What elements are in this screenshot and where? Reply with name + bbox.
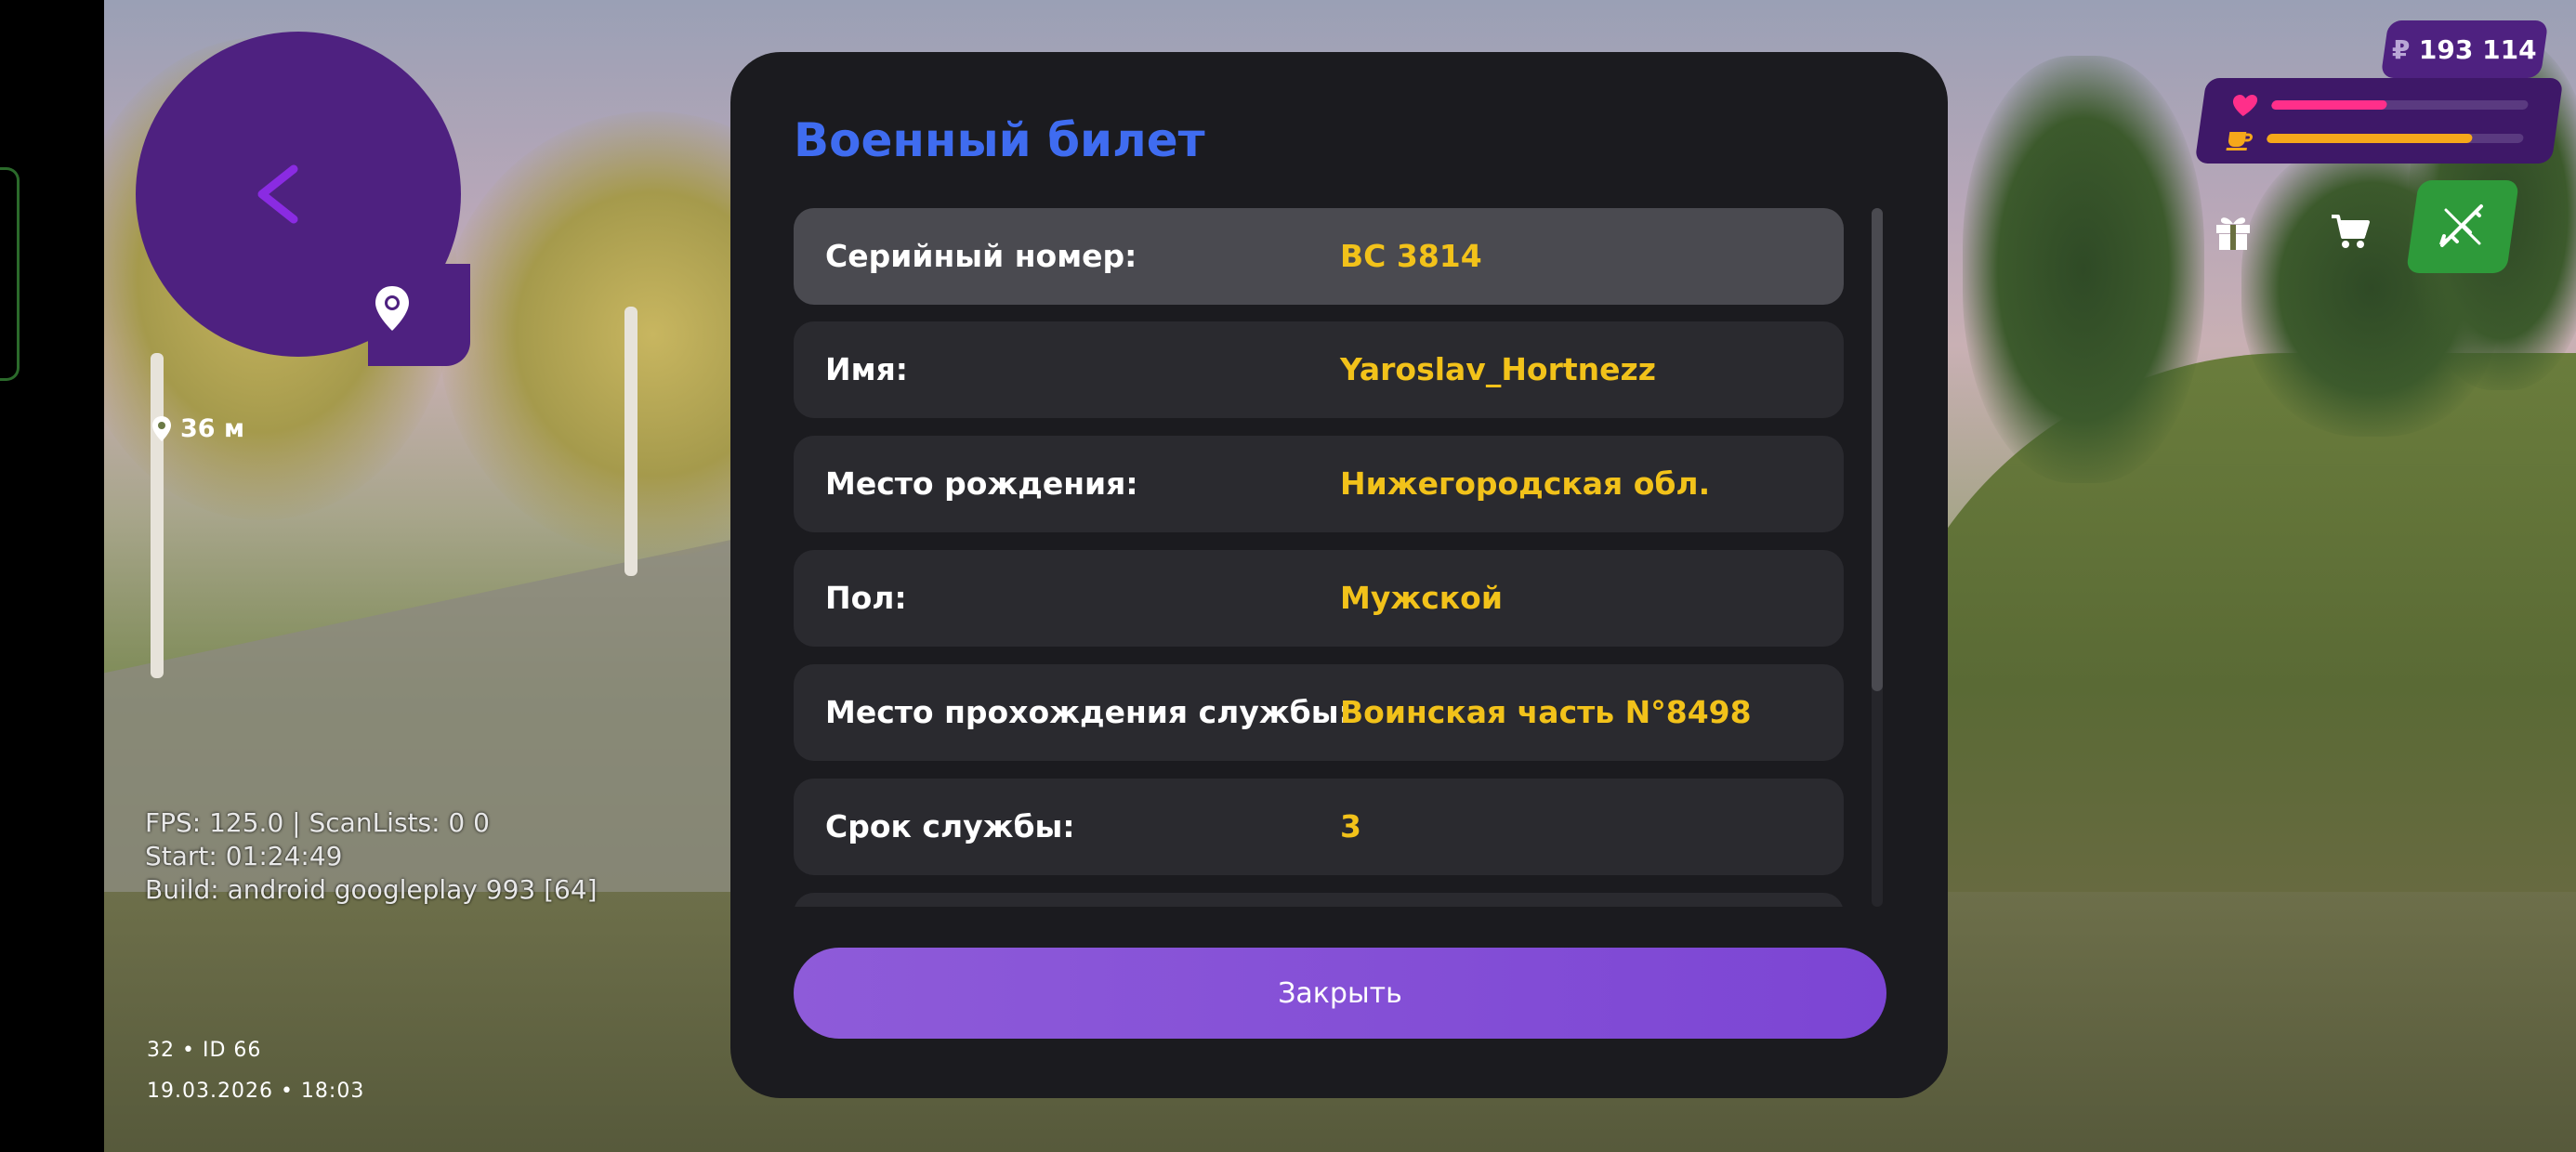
row-value: 3 [1340,808,1361,844]
server-id: 32 • ID 66 [147,1039,262,1062]
row-label: Пол: [825,580,907,616]
map-pin-icon[interactable] [372,284,413,333]
row-serial-number[interactable]: Серийный номер: BC 3814 [794,208,1844,305]
waypoint-distance: 36 м [151,414,244,443]
chevron-left-icon[interactable] [245,162,310,227]
row-label: Серийный номер: [825,238,1137,274]
hunger-bar [2266,134,2525,143]
scrollbar-thumb[interactable] [1872,208,1883,691]
money-badge: ₽ 193 114 [2380,20,2549,78]
fps-text: FPS: 125.0 | ScanLists: 0 0 [145,807,490,838]
shopping-cart-icon [2332,215,2370,248]
start-text: Start: 01:24:49 [145,841,343,871]
currency-symbol: ₽ [2391,33,2411,65]
scrollbar[interactable] [1872,208,1883,907]
gift-button[interactable] [2193,199,2273,264]
row-gender[interactable]: Пол: Мужской [794,550,1844,647]
military-id-dialog: Военный билет Серийный номер: BC 3814 Им… [730,52,1948,1098]
cup-icon [2226,132,2253,151]
row-value: Мужской [1340,580,1503,616]
row-label: Место рождения: [825,465,1138,502]
health-bar-fill [2270,100,2388,110]
dialog-title: Военный билет [794,113,1205,167]
row-label: Место прохождения службы: [825,694,1351,730]
minimap[interactable] [136,32,470,366]
row-value: Нижегородская обл. [1340,465,1711,502]
row-value: BC 3814 [1340,238,1482,274]
close-button[interactable]: Закрыть [794,948,1886,1039]
build-text: Build: android googleplay 993 [64] [145,874,598,905]
row-service-place[interactable]: Место прохождения службы: Воинская часть… [794,664,1844,761]
screen-edge [0,0,104,1152]
heart-icon [2233,95,2258,116]
row-label: Срок службы: [825,808,1075,844]
health-bar [2270,100,2530,110]
hunger-row [2225,126,2526,151]
status-panel [2194,78,2564,164]
shop-button[interactable] [2310,199,2390,264]
row-value: Воинская часть N°8498 [1340,694,1752,730]
tree-trunk [151,353,164,678]
row-label: Имя: [825,351,908,387]
money-amount: 193 114 [2419,33,2538,65]
pine-tree [1963,56,2204,483]
gift-icon [2216,217,2250,250]
row-partial[interactable] [794,893,1844,907]
row-service-term[interactable]: Срок службы: 3 [794,779,1844,875]
location-pin-icon [152,415,171,441]
weapon-button[interactable] [2405,180,2520,273]
row-name[interactable]: Имя: Yaroslav_Hortnezz [794,321,1844,418]
details-list[interactable]: Серийный номер: BC 3814 Имя: Yaroslav_Ho… [794,208,1844,907]
hunger-bar-fill [2266,134,2473,143]
debug-info: FPS: 125.0 | ScanLists: 0 0 Start: 01:24… [145,806,598,907]
edge-handle[interactable] [0,167,20,381]
row-birthplace[interactable]: Место рождения: Нижегородская обл. [794,436,1844,532]
tree-trunk [624,307,637,576]
date-time: 19.03.2026 • 18:03 [147,1080,365,1103]
rifle-icon [2438,204,2483,247]
health-row [2229,93,2530,117]
row-value: Yaroslav_Hortnezz [1340,351,1656,387]
distance-text: 36 м [180,414,245,443]
